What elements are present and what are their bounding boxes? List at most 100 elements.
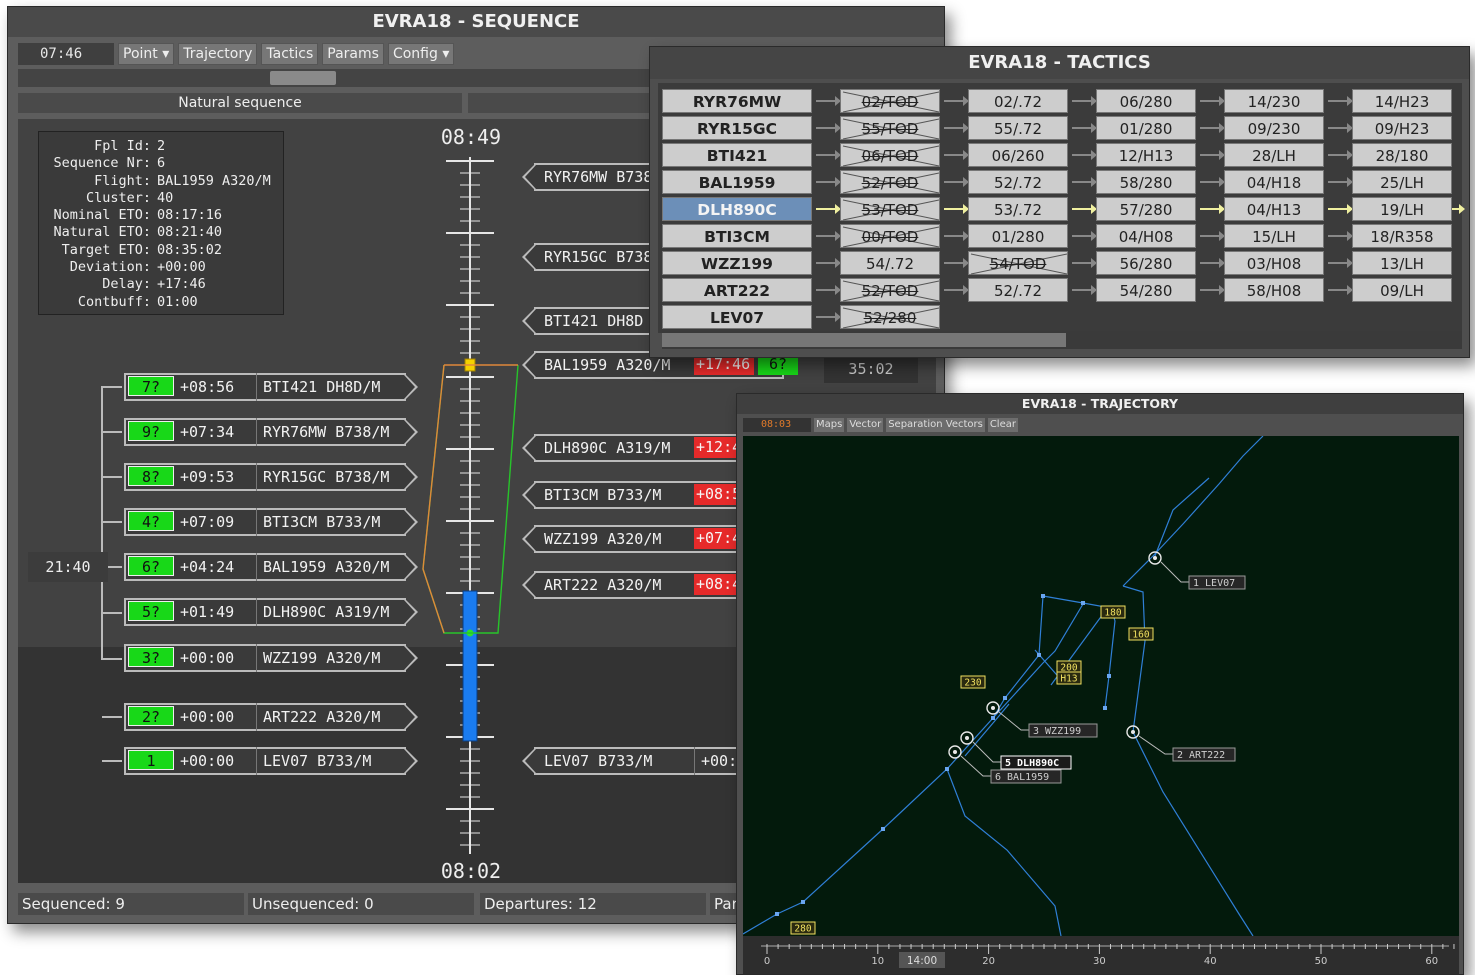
aircraft-symbol[interactable]: 2 ART222: [1126, 725, 1236, 762]
tactics-cell[interactable]: 53/TOD: [840, 197, 940, 221]
tactics-scrollbar[interactable]: [662, 331, 1462, 349]
tactics-row[interactable]: BAL1959 52/TOD 52/.72 58/280 04/H18 25/LH: [662, 170, 1462, 194]
tactics-callsign[interactable]: ART222: [662, 278, 812, 302]
altitude-tag[interactable]: 180: [1100, 605, 1126, 619]
tactics-cell[interactable]: 04/H13: [1224, 197, 1324, 221]
natural-flight-label[interactable]: 9? +07:34 RYR76MW B738/M: [124, 418, 424, 446]
natural-flight-label[interactable]: 4? +07:09 BTI3CM B733/M: [124, 508, 424, 536]
tactics-cell[interactable]: 52/280: [840, 305, 940, 329]
natural-flight-label[interactable]: 7? +08:56 BTI421 DH8D/M: [124, 373, 424, 401]
sequence-badge[interactable]: 9?: [128, 421, 174, 441]
tactics-callsign[interactable]: BTI3CM: [662, 224, 812, 248]
tactics-cell[interactable]: 03/H08: [1224, 251, 1324, 275]
tactics-cell[interactable]: 52/TOD: [840, 278, 940, 302]
tactics-row[interactable]: ART222 52/TOD 52/.72 54/280 58/H08 09/LH: [662, 278, 1462, 302]
sequence-badge[interactable]: 2?: [128, 706, 174, 726]
tactics-row[interactable]: RYR15GC 55/TOD 55/.72 01/280 09/230 09/H23: [662, 116, 1462, 140]
sequence-badge[interactable]: 8?: [128, 466, 174, 486]
tactics-cell[interactable]: 52/.72: [968, 278, 1068, 302]
tactics-row[interactable]: DLH890C 53/TOD 53/.72 57/280 04/H13 19/LH: [662, 197, 1465, 221]
tactics-cell[interactable]: 01/280: [1096, 116, 1196, 140]
scrollbar-thumb[interactable]: [270, 71, 336, 85]
tactics-cell[interactable]: 58/H08: [1224, 278, 1324, 302]
tactics-cell[interactable]: 55/TOD: [840, 116, 940, 140]
sequence-badge[interactable]: 6?: [128, 556, 174, 576]
vector-button[interactable]: Vector: [847, 418, 884, 432]
tactics-callsign[interactable]: RYR76MW: [662, 89, 812, 113]
tactics-cell[interactable]: 52/TOD: [840, 170, 940, 194]
tactics-row[interactable]: BTI421 06/TOD 06/260 12/H13 28/LH 28/180: [662, 143, 1462, 167]
tactics-cell[interactable]: 54/TOD: [968, 251, 1068, 275]
tactics-row[interactable]: WZZ199 54/.72 54/TOD 56/280 03/H08 13/LH: [662, 251, 1462, 275]
scrollbar-thumb[interactable]: [662, 333, 1066, 347]
tactics-cell[interactable]: 25/LH: [1352, 170, 1452, 194]
altitude-tag[interactable]: 280: [790, 921, 816, 935]
tactics-row[interactable]: LEV07 52/280: [662, 305, 1462, 329]
tactics-cell[interactable]: 04/H08: [1096, 224, 1196, 248]
trajectory-map[interactable]: 180 160 200 H13 230 280 1 LEV07 2 ART222 3 WZZ19…: [743, 436, 1459, 936]
tactics-callsign[interactable]: BTI421: [662, 143, 812, 167]
tactics-cell[interactable]: 19/LH: [1352, 197, 1452, 221]
tactics-cell[interactable]: 28/180: [1352, 143, 1452, 167]
tactics-callsign[interactable]: DLH890C: [662, 197, 812, 221]
natural-flight-label[interactable]: 6? +04:24 BAL1959 A320/M: [124, 553, 424, 581]
altitude-tag[interactable]: H13: [1056, 671, 1082, 685]
separation-vectors-button[interactable]: Separation Vectors: [886, 418, 985, 432]
tactics-cell[interactable]: 02/TOD: [840, 89, 940, 113]
tactics-callsign[interactable]: LEV07: [662, 305, 812, 329]
altitude-tag[interactable]: 230: [960, 675, 986, 689]
natural-flight-label[interactable]: 2? +00:00 ART222 A320/M: [124, 703, 424, 731]
tactics-cell[interactable]: 15/LH: [1224, 224, 1324, 248]
tactics-cell[interactable]: 52/.72: [968, 170, 1068, 194]
menu-params[interactable]: Params: [322, 43, 384, 65]
tactics-cell[interactable]: 09/230: [1224, 116, 1324, 140]
maps-button[interactable]: Maps: [814, 418, 845, 432]
tactics-cell[interactable]: 28/LH: [1224, 143, 1324, 167]
tactics-cell[interactable]: 56/280: [1096, 251, 1196, 275]
tactics-cell[interactable]: 09/LH: [1352, 278, 1452, 302]
tactics-cell[interactable]: 54/.72: [840, 251, 940, 275]
tactics-cell[interactable]: 58/280: [1096, 170, 1196, 194]
sequence-badge[interactable]: 1: [128, 750, 174, 770]
menu-trajectory[interactable]: Trajectory: [178, 43, 258, 65]
tactics-callsign[interactable]: BAL1959: [662, 170, 812, 194]
tactics-row[interactable]: RYR76MW 02/TOD 02/.72 06/280 14/230 14/H23: [662, 89, 1462, 113]
tactics-row[interactable]: BTI3CM 00/TOD 01/280 04/H08 15/LH 18/R358: [662, 224, 1462, 248]
tactics-cell[interactable]: 14/230: [1224, 89, 1324, 113]
time-scale[interactable]: 14:00 0 10 20 30 40 50 60: [743, 936, 1459, 974]
sequence-badge[interactable]: 3?: [128, 647, 174, 667]
altitude-tag[interactable]: 160: [1128, 627, 1154, 641]
tactics-cell[interactable]: 09/H23: [1352, 116, 1452, 140]
natural-flight-label[interactable]: 8? +09:53 RYR15GC B738/M: [124, 463, 424, 491]
natural-flight-label[interactable]: 1 +00:00 LEV07 B733/M: [124, 747, 424, 775]
sequence-badge[interactable]: 7?: [128, 376, 174, 396]
tactics-cell[interactable]: 18/R358: [1352, 224, 1452, 248]
sequence-badge[interactable]: 5?: [128, 601, 174, 621]
tactics-cell[interactable]: 04/H18: [1224, 170, 1324, 194]
tactics-cell[interactable]: 54/280: [1096, 278, 1196, 302]
natural-flight-label[interactable]: 5? +01:49 DLH890C A319/M: [124, 598, 424, 626]
clear-button[interactable]: Clear: [987, 418, 1018, 432]
aircraft-symbol[interactable]: 1 LEV07: [1148, 551, 1246, 590]
tactics-cell[interactable]: 01/280: [968, 224, 1068, 248]
tactics-cell[interactable]: 55/.72: [968, 116, 1068, 140]
tactics-cell[interactable]: 00/TOD: [840, 224, 940, 248]
tactics-cell[interactable]: 53/.72: [968, 197, 1068, 221]
arrow-right-icon: [1200, 150, 1225, 160]
aircraft-symbol[interactable]: 5 DLH890C: [960, 731, 1072, 770]
tactics-callsign[interactable]: RYR15GC: [662, 116, 812, 140]
tactics-cell[interactable]: 06/280: [1096, 89, 1196, 113]
tactics-cell[interactable]: 13/LH: [1352, 251, 1452, 275]
tactics-cell[interactable]: 06/260: [968, 143, 1068, 167]
sequence-badge[interactable]: 4?: [128, 511, 174, 531]
menu-tactics[interactable]: Tactics: [261, 43, 319, 65]
tactics-cell[interactable]: 06/TOD: [840, 143, 940, 167]
tactics-cell[interactable]: 12/H13: [1096, 143, 1196, 167]
natural-flight-label[interactable]: 3? +00:00 WZZ199 A320/M: [124, 644, 424, 672]
tactics-cell[interactable]: 02/.72: [968, 89, 1068, 113]
menu-config[interactable]: Config ▾: [387, 43, 455, 65]
menu-point[interactable]: Point ▾: [118, 43, 175, 65]
tactics-callsign[interactable]: WZZ199: [662, 251, 812, 275]
tactics-cell[interactable]: 57/280: [1096, 197, 1196, 221]
tactics-cell[interactable]: 14/H23: [1352, 89, 1452, 113]
